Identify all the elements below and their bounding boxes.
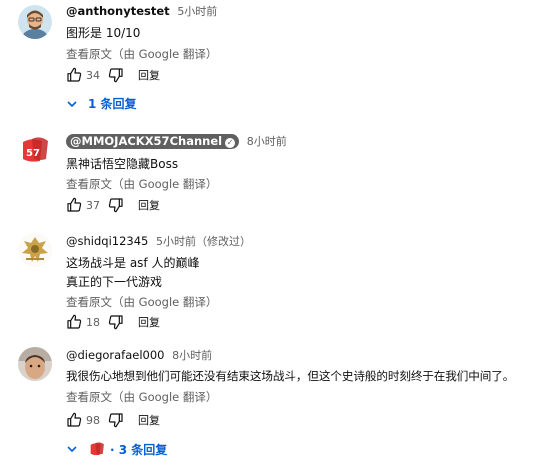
translate-link[interactable]: 查看原文（由 Google 翻译）: [66, 388, 544, 406]
translate-link[interactable]: 查看原文（由 Google 翻译）: [66, 175, 544, 193]
reply-button[interactable]: 回复: [138, 197, 160, 213]
comment-author[interactable]: @diegorafael000: [66, 348, 165, 362]
thumbs-down-icon[interactable]: [108, 197, 124, 213]
comment-time[interactable]: 8小时前: [247, 135, 287, 148]
comment-time[interactable]: 5小时前: [177, 5, 217, 18]
verified-check-icon: ✓: [225, 138, 236, 148]
comment-text: 图形是 10/10: [66, 26, 141, 40]
like-count: 37: [86, 198, 100, 212]
comment-text: 黑神话悟空隐藏Boss: [66, 157, 179, 171]
thumbs-down-icon[interactable]: [108, 314, 124, 330]
like-count: 98: [86, 413, 100, 427]
thumbs-up-icon[interactable]: [66, 314, 82, 330]
comment-text-line: 这场战斗是 asf 人的巅峰: [66, 256, 200, 270]
thumbs-down-icon[interactable]: [108, 67, 124, 83]
comment-text: 我很伤心地想到他们可能还没有结束这场战斗，但这个史诗般的时刻终于在我们中间了。: [66, 369, 515, 383]
avatar[interactable]: [18, 5, 52, 39]
comment-time[interactable]: 5小时前（修改过）: [156, 235, 251, 248]
thumbs-up-icon[interactable]: [66, 412, 82, 428]
svg-text:57: 57: [26, 148, 40, 159]
thumbs-up-icon[interactable]: [66, 67, 82, 83]
thumbs-up-icon[interactable]: [66, 197, 82, 213]
reply-button[interactable]: 回复: [138, 412, 160, 428]
like-count: 18: [86, 315, 100, 329]
like-count: 34: [86, 68, 100, 82]
avatar[interactable]: 57: [18, 133, 52, 167]
comment-time[interactable]: 8小时前: [172, 349, 212, 362]
creator-reply-avatar: [88, 440, 106, 458]
replies-toggle[interactable]: 1 条回复: [66, 95, 137, 112]
reply-button[interactable]: 回复: [138, 67, 160, 83]
comment-text-line: 真正的下一代游戏: [66, 275, 163, 289]
replies-toggle[interactable]: · 3 条回复: [66, 440, 167, 458]
thumbs-down-icon[interactable]: [108, 412, 124, 428]
avatar[interactable]: [18, 347, 52, 381]
replies-label: 1 条回复: [88, 97, 137, 111]
translate-link[interactable]: 查看原文（由 Google 翻译）: [66, 293, 544, 311]
replies-label: · 3 条回复: [110, 442, 168, 457]
chevron-down-icon: [67, 100, 77, 107]
avatar[interactable]: [18, 233, 52, 267]
channel-owner-chip[interactable]: @MMOJACKX57Channel ✓: [66, 134, 240, 149]
translate-link[interactable]: 查看原文（由 Google 翻译）: [66, 45, 544, 63]
comment-author[interactable]: @anthonytestet: [66, 4, 170, 18]
reply-button[interactable]: 回复: [138, 314, 160, 330]
chevron-down-icon: [67, 446, 77, 453]
comment-author[interactable]: @shidqi12345: [66, 234, 148, 248]
